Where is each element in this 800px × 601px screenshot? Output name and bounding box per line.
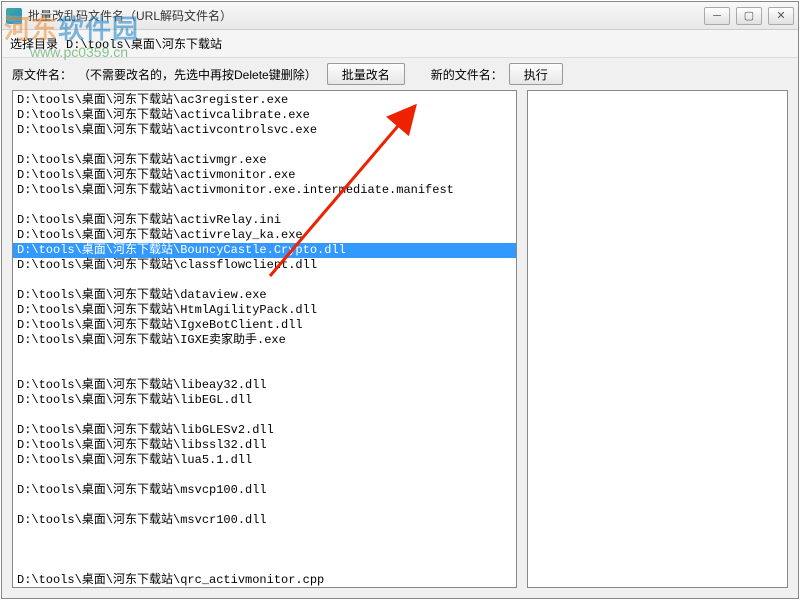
file-row-blank: [13, 363, 516, 378]
file-row[interactable]: D:\tools\桌面\河东下载站\IgxeBotClient.dll: [13, 318, 516, 333]
toolbar: 选择目录 D:\tools\桌面\河东下载站: [2, 30, 798, 58]
file-row[interactable]: D:\tools\桌面\河东下载站\activcontrolsvc.exe: [13, 123, 516, 138]
select-dir-label[interactable]: 选择目录: [10, 35, 58, 52]
orig-filename-note: （不需要改名的，先选中再按Delete键删除）: [78, 66, 317, 83]
file-row[interactable]: D:\tools\桌面\河东下载站\activRelay.ini: [13, 213, 516, 228]
orig-file-list[interactable]: D:\tools\桌面\河东下载站\ac3register.exeD:\tool…: [13, 91, 516, 587]
execute-button[interactable]: 执行: [509, 63, 563, 85]
file-row[interactable]: D:\tools\桌面\河东下载站\activmgr.exe: [13, 153, 516, 168]
file-row[interactable]: D:\tools\桌面\河东下载站\qrc_activmonitor.cpp: [13, 573, 516, 587]
file-row-blank: [13, 528, 516, 543]
file-row[interactable]: D:\tools\桌面\河东下载站\HtmlAgilityPack.dll: [13, 303, 516, 318]
file-row[interactable]: D:\tools\桌面\河东下载站\IGXE卖家助手.exe: [13, 333, 516, 348]
file-row[interactable]: D:\tools\桌面\河东下载站\libeay32.dll: [13, 378, 516, 393]
file-row-blank: [13, 408, 516, 423]
file-row[interactable]: D:\tools\桌面\河东下载站\activrelay_ka.exe: [13, 228, 516, 243]
orig-file-panel: D:\tools\桌面\河东下载站\ac3register.exeD:\tool…: [12, 90, 517, 588]
header-row: 原文件名： （不需要改名的，先选中再按Delete键删除） 批量改名 新的文件名…: [2, 58, 798, 90]
dir-path: D:\tools\桌面\河东下载站: [66, 35, 222, 52]
file-row-blank: [13, 273, 516, 288]
file-row-blank: [13, 138, 516, 153]
app-window: 批量改乱码文件名（URL解码文件名） ─ ▢ ✕ 选择目录 D:\tools\桌…: [1, 1, 799, 599]
new-file-panel[interactable]: [527, 90, 788, 588]
file-row-blank: [13, 543, 516, 558]
window-controls: ─ ▢ ✕: [704, 7, 794, 25]
file-row[interactable]: D:\tools\桌面\河东下载站\libGLESv2.dll: [13, 423, 516, 438]
file-row[interactable]: D:\tools\桌面\河东下载站\libEGL.dll: [13, 393, 516, 408]
file-row[interactable]: D:\tools\桌面\河东下载站\activmonitor.exe.inter…: [13, 183, 516, 198]
new-filename-label: 新的文件名：: [431, 66, 503, 83]
file-row[interactable]: D:\tools\桌面\河东下载站\activcalibrate.exe: [13, 108, 516, 123]
file-row-blank: [13, 468, 516, 483]
batch-rename-button[interactable]: 批量改名: [327, 63, 405, 85]
titlebar: 批量改乱码文件名（URL解码文件名） ─ ▢ ✕: [2, 2, 798, 30]
file-row[interactable]: D:\tools\桌面\河东下载站\BouncyCastle.Crypto.dl…: [13, 243, 516, 258]
app-icon: [6, 8, 22, 24]
orig-filename-label: 原文件名：: [12, 66, 72, 83]
file-row[interactable]: D:\tools\桌面\河东下载站\activmonitor.exe: [13, 168, 516, 183]
file-row[interactable]: D:\tools\桌面\河东下载站\lua5.1.dll: [13, 453, 516, 468]
file-row-blank: [13, 558, 516, 573]
file-row[interactable]: D:\tools\桌面\河东下载站\msvcr100.dll: [13, 513, 516, 528]
maximize-button[interactable]: ▢: [736, 7, 762, 25]
content-area: D:\tools\桌面\河东下载站\ac3register.exeD:\tool…: [2, 90, 798, 598]
file-row[interactable]: D:\tools\桌面\河东下载站\msvcp100.dll: [13, 483, 516, 498]
file-row-blank: [13, 348, 516, 363]
close-button[interactable]: ✕: [768, 7, 794, 25]
file-row[interactable]: D:\tools\桌面\河东下载站\classflowclient.dll: [13, 258, 516, 273]
file-row[interactable]: D:\tools\桌面\河东下载站\libssl32.dll: [13, 438, 516, 453]
file-row-blank: [13, 498, 516, 513]
file-row[interactable]: D:\tools\桌面\河东下载站\dataview.exe: [13, 288, 516, 303]
file-row[interactable]: D:\tools\桌面\河东下载站\ac3register.exe: [13, 93, 516, 108]
file-row-blank: [13, 198, 516, 213]
minimize-button[interactable]: ─: [704, 7, 730, 25]
window-title: 批量改乱码文件名（URL解码文件名）: [28, 7, 704, 24]
